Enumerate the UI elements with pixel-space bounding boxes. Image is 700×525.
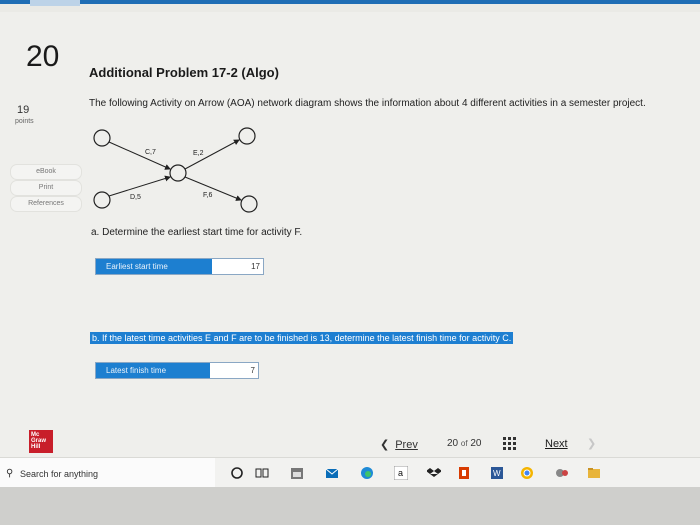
arrow-c	[108, 141, 171, 170]
mcgraw-hill-logo: Mc Graw Hill	[29, 430, 53, 453]
sidebar-item-references[interactable]: References	[10, 196, 82, 212]
latest-finish-label: Latest finish time	[96, 363, 210, 378]
activity-label-f: F,6	[203, 192, 212, 199]
problem-title: Additional Problem 17-2 (Algo)	[89, 65, 279, 80]
question-sidebar: 20 19 points eBook Print References	[0, 12, 82, 457]
node-end-top	[238, 127, 256, 145]
device-bezel	[0, 487, 700, 525]
activity-label-e: E,2	[193, 150, 204, 157]
office-icon[interactable]	[457, 466, 471, 480]
points-label: points	[15, 118, 34, 125]
arrow-f	[184, 176, 242, 201]
aoa-network-diagram: C,7 E,2 D,5 F,6	[93, 127, 258, 213]
question-grid-icon[interactable]	[503, 437, 517, 450]
os-taskbar: ⚲ Search for anything a W	[0, 457, 700, 488]
node-start-bottom	[93, 191, 111, 209]
node-middle	[169, 164, 187, 182]
browser-top-strip	[0, 0, 700, 12]
svg-text:a: a	[398, 468, 403, 478]
page-indicator: 20 of 20	[447, 438, 482, 449]
calendar-icon[interactable]	[290, 466, 304, 480]
amazon-icon[interactable]: a	[394, 466, 408, 480]
search-icon: ⚲	[6, 468, 14, 479]
latest-finish-value: 7	[250, 366, 255, 375]
edge-browser-icon[interactable]	[360, 466, 374, 480]
sidebar-item-print[interactable]: Print	[10, 180, 82, 196]
browser-tab-bar	[0, 0, 700, 4]
app-icon[interactable]	[555, 466, 569, 480]
chevron-left-icon: ❮	[380, 439, 390, 451]
question-number: 20	[26, 40, 60, 73]
next-button[interactable]: Next	[545, 438, 568, 450]
prev-button[interactable]: ❮ Prev	[380, 438, 418, 451]
earliest-start-value: 17	[251, 262, 260, 271]
taskbar-search-placeholder: Search for anything	[20, 469, 99, 479]
chevron-right-icon[interactable]: ❯	[587, 437, 596, 450]
browser-tab[interactable]	[30, 0, 80, 6]
activity-label-c: C,7	[145, 149, 156, 156]
activity-label-d: D,5	[130, 194, 141, 201]
node-start-top	[93, 129, 111, 147]
task-view-icon[interactable]	[255, 466, 269, 480]
part-b-prompt: b. If the latest time activities E and F…	[90, 332, 514, 344]
problem-intro: The following Activity on Arrow (AOA) ne…	[89, 98, 646, 109]
taskbar-search[interactable]: ⚲ Search for anything	[0, 458, 215, 488]
earliest-start-field[interactable]: Earliest start time 17	[95, 258, 264, 275]
earliest-start-label: Earliest start time	[96, 259, 212, 274]
question-points: 19	[17, 104, 30, 116]
mail-icon[interactable]	[325, 466, 339, 480]
part-a-prompt: a. Determine the earliest start time for…	[91, 227, 303, 238]
node-end-bottom	[240, 195, 258, 213]
chrome-icon[interactable]	[520, 466, 534, 480]
dropbox-icon[interactable]	[427, 466, 441, 480]
latest-finish-field[interactable]: Latest finish time 7	[95, 362, 259, 379]
sidebar-item-ebook[interactable]: eBook	[10, 164, 82, 180]
file-explorer-icon[interactable]	[587, 466, 601, 480]
task-view-circle-icon[interactable]	[230, 466, 244, 480]
svg-text:W: W	[493, 469, 501, 478]
word-icon[interactable]: W	[490, 466, 504, 480]
